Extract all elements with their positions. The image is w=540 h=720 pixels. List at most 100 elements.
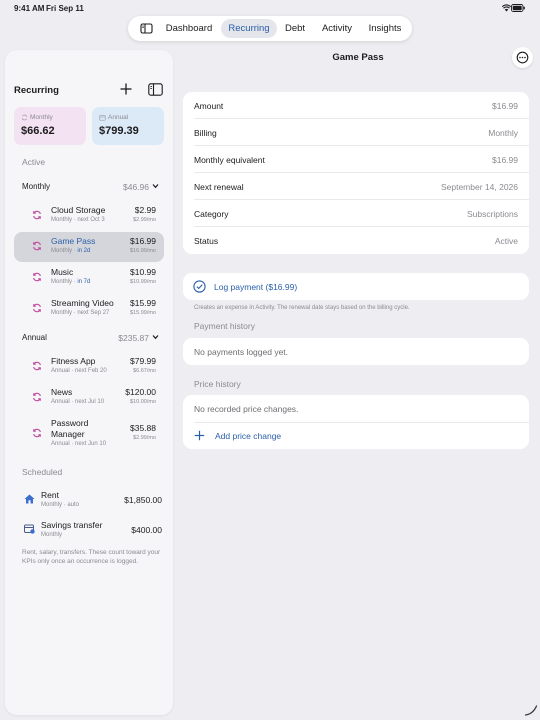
item-due: in 7d [77,279,91,285]
item-amount: $1,850.00 [124,495,162,505]
list-item-game-pass[interactable]: Game Pass Monthly · in 2d $16.99 $16.99/… [14,232,164,262]
plus-icon [194,430,205,441]
top-tab-bar: Dashboard Recurring Debt Activity Insigh… [128,16,412,41]
scheduled-footnote: Rent, salary, transfers. These count tow… [22,549,161,565]
log-payment-button[interactable]: Log payment ($16.99) [183,273,529,300]
recurring-icon [33,392,41,402]
list-item-fitness-app[interactable]: Fitness App Annual · next Feb 20 $79.99 … [14,352,164,382]
sidebar-collapse-icon[interactable] [148,83,163,96]
details-panel: Amount $16.99 Billing Monthly Monthly eq… [183,92,529,254]
tab-debt[interactable]: Debt [280,19,310,38]
field-label: Next renewal [194,182,244,192]
checkmark-circle-icon [193,280,206,293]
price-history-header: Price history [194,379,241,389]
item-name: Savings transfer [41,520,103,530]
field-value: Subscriptions [466,209,518,219]
house-icon [24,494,35,504]
item-subtitle: Monthly · auto [41,502,80,508]
item-name: Rent [41,490,59,500]
field-category: Category Subscriptions [183,200,529,227]
chevron-down-icon [152,335,159,340]
item-subtitle: Annual · next Jul 10 [51,399,105,405]
log-payment-label: Log payment ($16.99) [214,282,298,292]
add-icon[interactable] [119,82,133,96]
item-subtitle: Monthly [41,532,63,538]
monthly-group-header[interactable]: Monthly $46.96 [22,182,159,194]
item-subtitle: Annual · next Jun 10 [51,441,107,447]
item-per-month: $2.99/mo [133,217,156,223]
list-item-cloud-storage[interactable]: Cloud Storage Monthly · next Oct 3 $2.99… [14,201,164,231]
monthly-summary-card[interactable]: Monthly $66.62 [14,107,86,145]
sidebar: Recurring Monthly $66.62 Annual $799.39 … [5,50,173,715]
item-name: Cloud Storage [51,205,106,215]
annual-group-header[interactable]: Annual $235.87 [22,333,159,345]
field-billing: Billing Monthly [183,119,529,146]
list-item-streaming-video[interactable]: Streaming Video Monthly · next Sep 27 $1… [14,294,164,324]
battery-icon [511,4,525,12]
annual-card-label: Annual [108,114,129,121]
monthly-card-value: $66.62 [21,125,55,137]
field-value: Active [494,236,518,246]
tab-dashboard[interactable]: Dashboard [162,19,216,38]
wifi-icon [502,4,511,12]
add-price-change-label: Add price change [215,431,282,441]
item-amount: $15.99 [130,298,156,308]
list-item-music[interactable]: Music Monthly · in 7d $10.99 $10.99/mo [14,263,164,293]
list-item-news[interactable]: News Annual · next Jul 10 $120.00 $10.00… [14,383,164,413]
item-name: News [51,387,73,397]
item-amount: $2.99 [134,205,156,215]
page-title: Game Pass [332,52,384,63]
chevron-down-icon [152,184,159,189]
recurring-icon [21,114,28,121]
field-value: September 14, 2026 [440,182,518,192]
price-history-empty: No recorded price changes. [194,404,299,414]
item-per-month: $16.99/mo [130,248,156,254]
item-name: Password Manager [51,418,89,439]
item-subtitle: Monthly · next Sep 27 [51,310,110,316]
status-date: Fri Sep 11 [46,4,84,13]
field-monthly-equivalent: Monthly equivalent $16.99 [183,146,529,173]
status-time: 9:41 AM [14,4,45,13]
recurring-icon [33,210,41,220]
scheduled-section-header: Scheduled [22,467,63,477]
field-amount: Amount $16.99 [183,92,529,119]
tab-activity[interactable]: Activity [316,19,358,38]
field-label: Monthly equivalent [194,155,265,165]
item-name: Streaming Video [51,298,114,308]
field-value: $16.99 [492,155,518,165]
list-item-rent[interactable]: Rent Monthly · auto $1,850.00 [14,487,164,513]
item-per-month: $6.67/mo [133,368,156,374]
group-label: Monthly [22,182,51,191]
group-label: Annual [22,333,47,342]
item-billing: Monthly · [51,248,78,254]
item-per-month: $10.99/mo [130,279,156,285]
price-history-panel: No recorded price changes. Add price cha… [183,395,529,449]
resize-handle-icon[interactable] [524,704,538,716]
item-subtitle: Monthly · next Oct 3 [51,217,105,223]
item-amount: $16.99 [130,236,156,246]
item-per-month: $2.99/mo [133,435,156,441]
sidebar-toggle-icon[interactable] [138,20,155,37]
ellipsis-circle-icon [516,51,529,64]
list-item-password-manager[interactable]: Password Manager Annual · next Jun 10 $3… [14,414,164,452]
add-price-change-button[interactable]: Add price change [183,422,529,449]
payment-history-header: Payment history [194,321,255,331]
field-status: Status Active [183,227,529,254]
item-amount: $120.00 [125,387,156,397]
payment-history-empty: No payments logged yet. [194,347,289,357]
item-name: Fitness App [51,356,96,366]
tab-recurring[interactable]: Recurring [221,19,277,38]
annual-summary-card[interactable]: Annual $799.39 [92,107,164,145]
recurring-icon [33,303,41,313]
field-label: Category [194,209,229,219]
tab-insights[interactable]: Insights [364,19,406,38]
sidebar-title: Recurring [14,85,59,96]
field-value: $16.99 [492,101,518,111]
recurring-icon [33,272,41,282]
list-item-savings-transfer[interactable]: Savings transfer Monthly $400.00 [14,517,164,543]
group-total: $46.96 [123,182,149,192]
field-label: Billing [194,128,217,138]
more-options-button[interactable] [512,47,533,68]
item-amount: $79.99 [130,356,156,366]
item-name: Game Pass [51,236,96,246]
